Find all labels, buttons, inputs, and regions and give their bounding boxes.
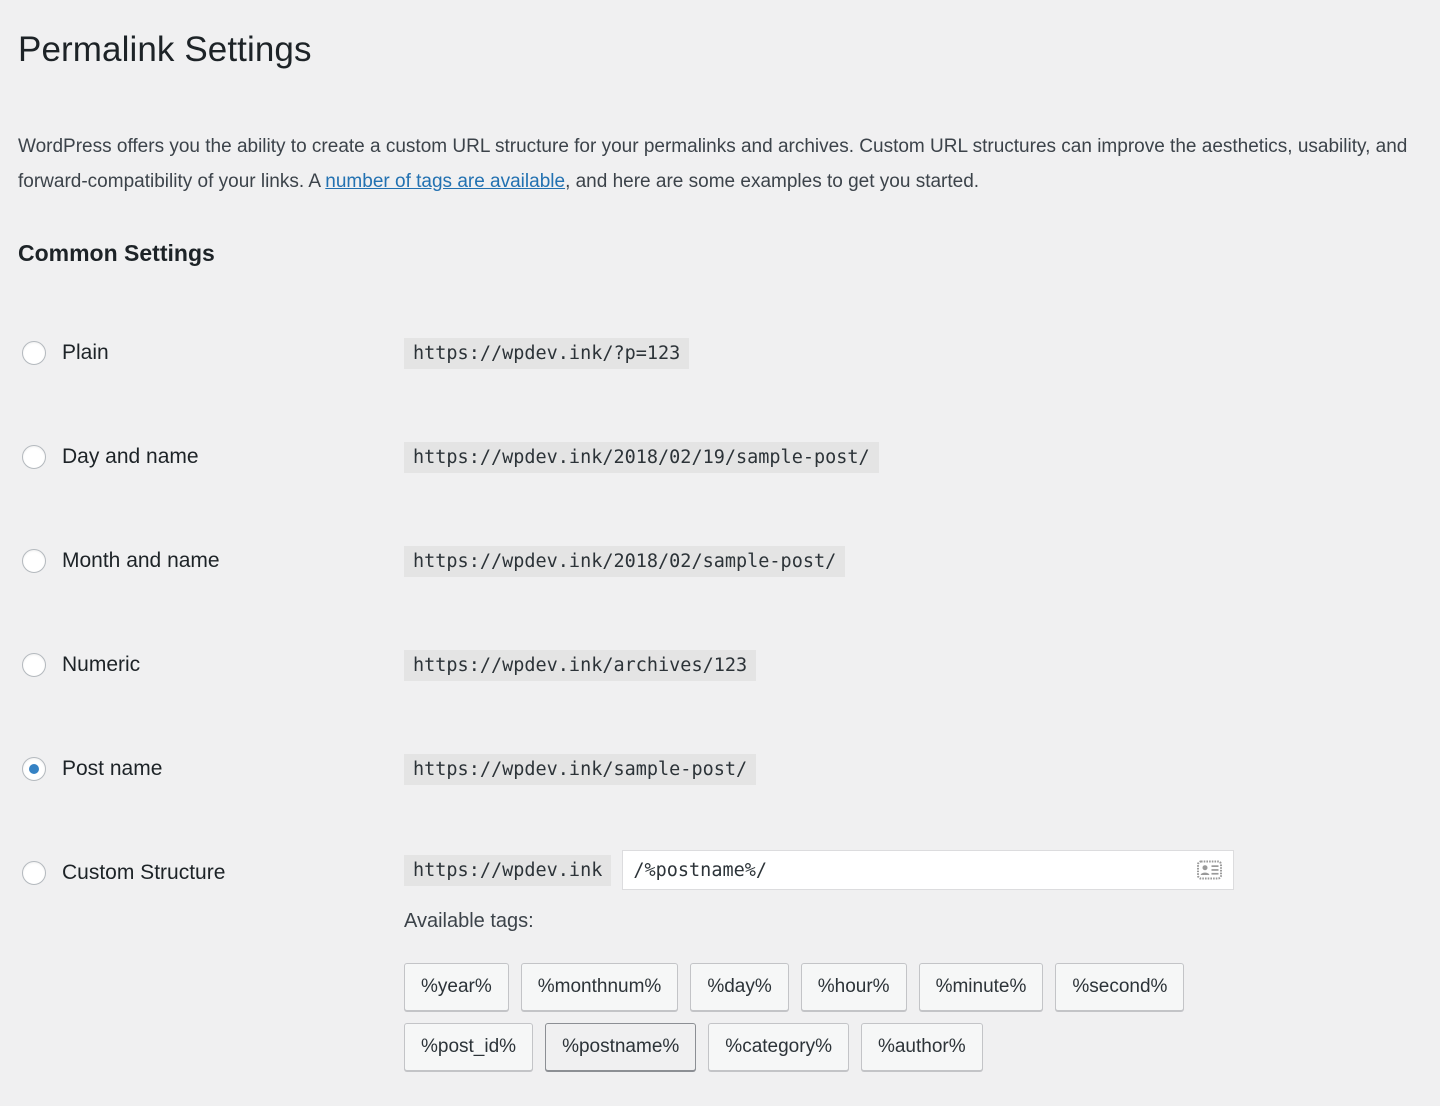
tag-button-day[interactable]: %day% (690, 963, 788, 1011)
option-label-month-and-name: Month and name (62, 549, 220, 573)
radio-option-custom-structure[interactable]: Custom Structure (22, 850, 225, 896)
tag-button-year[interactable]: %year% (404, 963, 509, 1011)
available-tags-list: %year% %monthnum% %day% %hour% %minute% … (404, 963, 1404, 1083)
radio-icon-custom-structure[interactable] (22, 861, 46, 885)
option-label-numeric: Numeric (62, 653, 140, 677)
option-example-day-and-name: https://wpdev.ink/2018/02/19/sample-post… (404, 434, 879, 480)
option-row-post-name: Post name https://wpdev.ink/sample-post/ (0, 746, 1440, 850)
option-label-custom-structure: Custom Structure (62, 861, 225, 885)
permalink-options-list: Plain https://wpdev.ink/?p=123 Day and n… (0, 330, 1440, 910)
available-tags-row-1: %year% %monthnum% %day% %hour% %minute% … (404, 963, 1404, 1011)
option-example-numeric: https://wpdev.ink/archives/123 (404, 642, 756, 688)
radio-option-numeric[interactable]: Numeric (22, 642, 140, 688)
option-example-month-and-name: https://wpdev.ink/2018/02/sample-post/ (404, 538, 845, 584)
custom-structure-input-wrapper[interactable] (622, 850, 1234, 890)
tag-button-hour[interactable]: %hour% (801, 963, 907, 1011)
radio-icon-plain[interactable] (22, 341, 46, 365)
option-row-custom-structure: Custom Structure https://wpdev.ink (0, 850, 1440, 910)
available-tags-label: Available tags: (404, 910, 534, 933)
option-label-plain: Plain (62, 341, 109, 365)
tag-button-post-id[interactable]: %post_id% (404, 1023, 533, 1071)
option-example-plain: https://wpdev.ink/?p=123 (404, 330, 689, 376)
option-row-day-and-name: Day and name https://wpdev.ink/2018/02/1… (0, 434, 1440, 538)
radio-option-day-and-name[interactable]: Day and name (22, 434, 199, 480)
option-label-day-and-name: Day and name (62, 445, 199, 469)
page-title: Permalink Settings (18, 27, 312, 73)
common-settings-heading: Common Settings (18, 240, 215, 267)
tag-button-second[interactable]: %second% (1055, 963, 1184, 1011)
example-url-numeric: https://wpdev.ink/archives/123 (404, 650, 756, 681)
example-url-day-and-name: https://wpdev.ink/2018/02/19/sample-post… (404, 442, 879, 473)
radio-icon-month-and-name[interactable] (22, 549, 46, 573)
permalink-settings-page: Permalink Settings WordPress offers you … (0, 0, 1440, 1106)
contact-card-icon[interactable] (1197, 861, 1222, 880)
radio-option-post-name[interactable]: Post name (22, 746, 162, 792)
option-row-numeric: Numeric https://wpdev.ink/archives/123 (0, 642, 1440, 746)
intro-paragraph: WordPress offers you the ability to crea… (18, 129, 1418, 199)
radio-icon-numeric[interactable] (22, 653, 46, 677)
tag-button-monthnum[interactable]: %monthnum% (521, 963, 679, 1011)
intro-text-after-link: , and here are some examples to get you … (565, 171, 979, 192)
tag-button-postname[interactable]: %postname% (545, 1023, 696, 1071)
radio-option-month-and-name[interactable]: Month and name (22, 538, 220, 584)
option-example-post-name: https://wpdev.ink/sample-post/ (404, 746, 756, 792)
tag-button-minute[interactable]: %minute% (919, 963, 1044, 1011)
radio-option-plain[interactable]: Plain (22, 330, 109, 376)
custom-structure-base-url: https://wpdev.ink (404, 855, 611, 886)
radio-icon-post-name[interactable] (22, 757, 46, 781)
radio-icon-day-and-name[interactable] (22, 445, 46, 469)
example-url-plain: https://wpdev.ink/?p=123 (404, 338, 689, 369)
option-row-plain: Plain https://wpdev.ink/?p=123 (0, 330, 1440, 434)
tag-button-author[interactable]: %author% (861, 1023, 983, 1071)
option-label-post-name: Post name (62, 757, 162, 781)
example-url-month-and-name: https://wpdev.ink/2018/02/sample-post/ (404, 546, 845, 577)
tags-available-link[interactable]: number of tags are available (325, 171, 565, 192)
option-row-month-and-name: Month and name https://wpdev.ink/2018/02… (0, 538, 1440, 642)
custom-structure-fields: https://wpdev.ink (404, 850, 1234, 890)
example-url-post-name: https://wpdev.ink/sample-post/ (404, 754, 756, 785)
custom-structure-input[interactable] (623, 851, 1233, 889)
tag-button-category[interactable]: %category% (708, 1023, 849, 1071)
available-tags-row-2: %post_id% %postname% %category% %author% (404, 1023, 1404, 1071)
